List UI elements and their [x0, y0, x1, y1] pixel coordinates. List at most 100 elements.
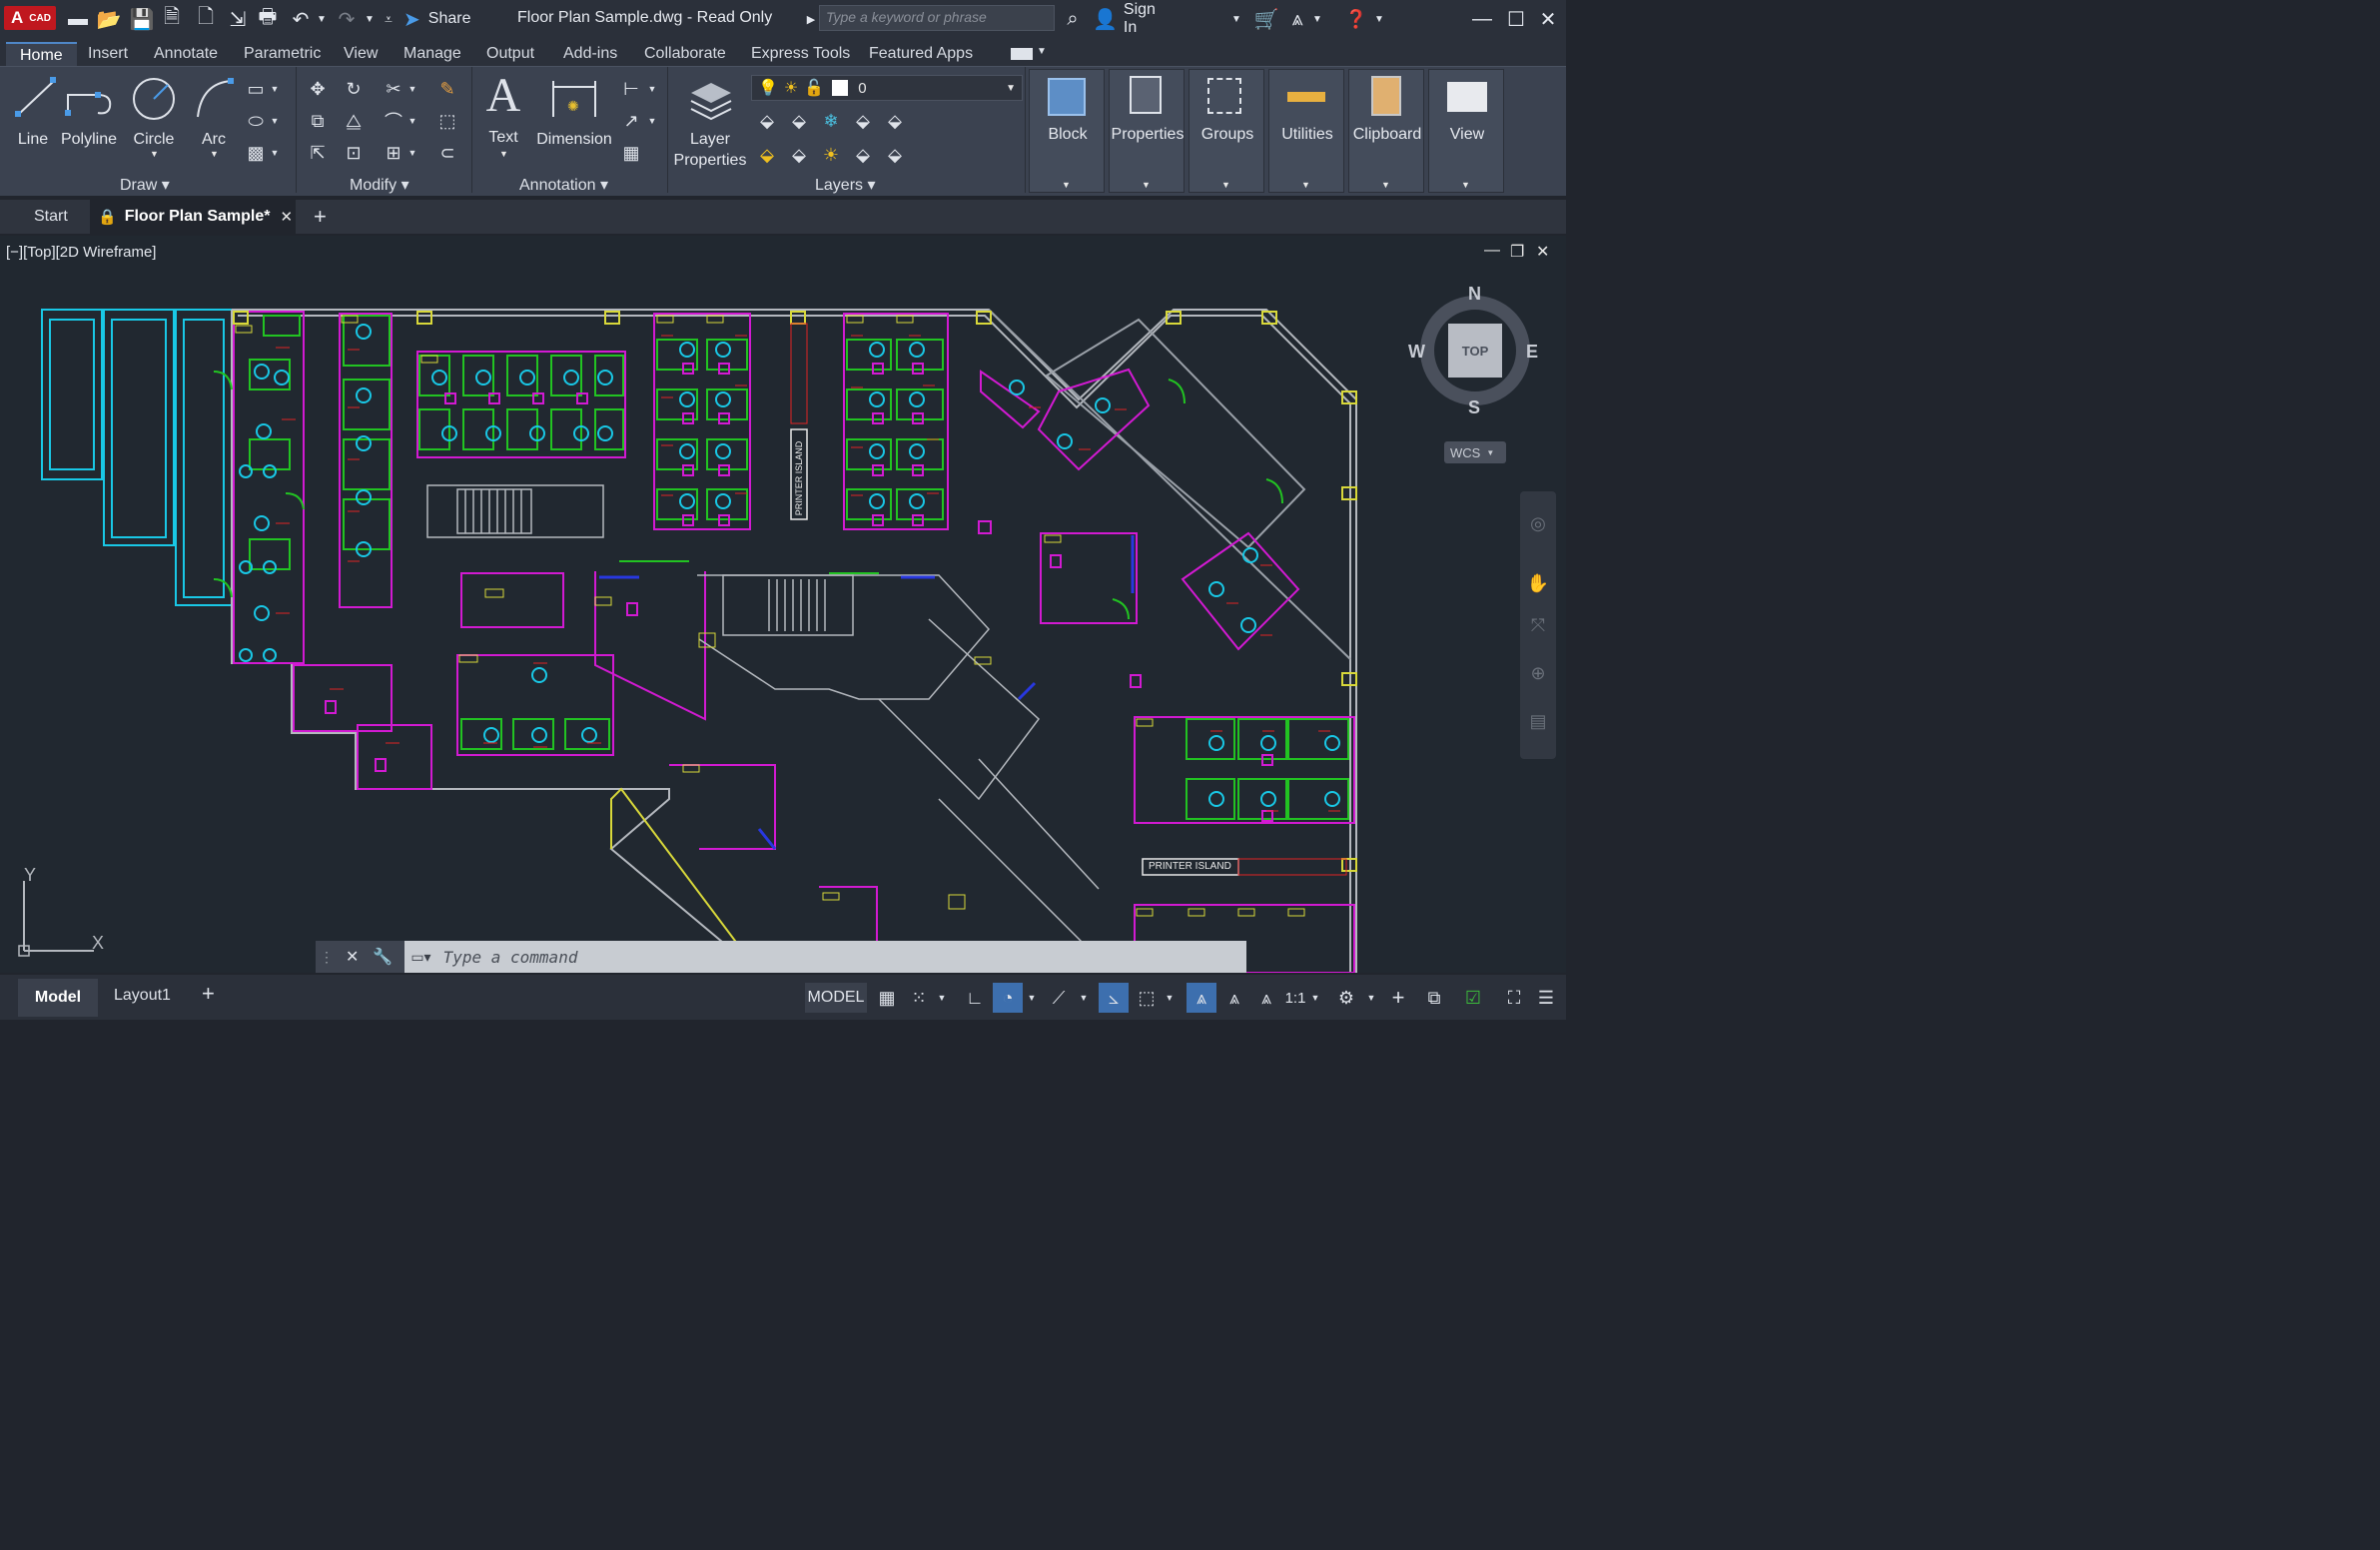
compass-west[interactable]: W: [1408, 342, 1425, 363]
tab-manage[interactable]: Manage: [403, 42, 461, 66]
layer-properties-tool[interactable]: Layer Properties: [673, 73, 747, 169]
tab-view[interactable]: View: [344, 42, 378, 66]
copy-icon[interactable]: ⧉: [306, 109, 330, 133]
view-group[interactable]: View ▼: [1428, 69, 1504, 193]
polyline-tool[interactable]: Polyline: [60, 73, 118, 155]
rectangle-dropdown-icon[interactable]: ▼: [268, 77, 282, 101]
hatch-dropdown-icon[interactable]: ▼: [268, 141, 282, 165]
scale-icon[interactable]: ⊡: [342, 141, 366, 165]
share-button[interactable]: ➤ Share: [403, 6, 475, 32]
wcs-dropdown[interactable]: WCS ▼: [1444, 441, 1506, 463]
tab-start[interactable]: Start: [34, 208, 68, 226]
drawing-viewport[interactable]: [−][Top][2D Wireframe] — ❐ ✕ PRINTER ISL…: [0, 236, 1566, 973]
steering-wheel-icon[interactable]: ◎: [1520, 505, 1556, 541]
ribbon-minimize-icon[interactable]: [1011, 48, 1033, 60]
help-icon[interactable]: ❓: [1344, 6, 1368, 32]
new-file-icon[interactable]: ▬: [66, 6, 90, 32]
app-logo[interactable]: A CAD: [4, 6, 56, 30]
rotate-icon[interactable]: ↻: [342, 77, 366, 101]
tab-insert[interactable]: Insert: [88, 42, 128, 66]
ribbon-options-dropdown-icon[interactable]: ▼: [1037, 46, 1047, 57]
new-layout-icon[interactable]: +: [202, 981, 215, 1007]
search-expand-icon[interactable]: ▶: [805, 6, 817, 32]
command-prompt-icon[interactable]: ▭▾: [410, 949, 430, 966]
signin-dropdown-icon[interactable]: ▼: [1230, 6, 1242, 32]
command-input[interactable]: ▭▾ Type a command: [404, 941, 1246, 973]
properties-group[interactable]: Properties ▼: [1109, 69, 1185, 193]
search-input[interactable]: Type a keyword or phrase: [819, 5, 1055, 31]
tab-express-tools[interactable]: Express Tools: [751, 42, 850, 66]
object-snap-dropdown-icon[interactable]: ▼: [1163, 983, 1177, 1013]
text-dropdown-icon[interactable]: ▼: [499, 149, 508, 159]
line-tool[interactable]: Line: [10, 73, 56, 155]
workspace-dropdown-icon[interactable]: ▼: [1364, 983, 1378, 1013]
ellipse-icon[interactable]: ⬭: [244, 109, 268, 133]
ortho-icon[interactable]: ∟: [961, 983, 989, 1013]
tab-collaborate[interactable]: Collaborate: [644, 42, 726, 66]
print-icon[interactable]: 🖶: [256, 6, 280, 32]
modify-panel-title[interactable]: Modify ▾: [350, 175, 409, 195]
cart-icon[interactable]: 🛒: [1254, 6, 1279, 32]
fillet-icon[interactable]: ⌒: [382, 109, 405, 133]
redo-dropdown-icon[interactable]: ▼: [364, 6, 376, 32]
viewcube-top-face[interactable]: TOP: [1448, 324, 1502, 378]
layer-tool-5-icon[interactable]: ⬙: [883, 109, 907, 133]
object-snap-tracking-dropdown-icon[interactable]: ▼: [1077, 983, 1091, 1013]
annotation-panel-title[interactable]: Annotation ▾: [519, 175, 608, 195]
block-group[interactable]: Block ▼: [1029, 69, 1105, 193]
layer-tool-9-icon[interactable]: ⬙: [851, 143, 875, 167]
clean-screen-icon[interactable]: ⛶: [1500, 983, 1528, 1013]
tab-add-ins[interactable]: Add-ins: [563, 42, 617, 66]
account-dropdown-icon[interactable]: ▼: [1312, 6, 1322, 32]
arc-dropdown-icon[interactable]: ▼: [210, 149, 219, 159]
annotation-monitor-icon[interactable]: +: [1384, 983, 1412, 1013]
workspace-icon[interactable]: ⚙: [1332, 983, 1360, 1013]
quick-properties-icon[interactable]: ☑: [1456, 983, 1490, 1013]
move-icon[interactable]: ✥: [306, 77, 330, 101]
tab-model[interactable]: Model: [18, 979, 98, 1017]
viewcube[interactable]: TOP N S E W: [1408, 284, 1538, 417]
tab-floor-plan[interactable]: 🔒 Floor Plan Sample* ✕: [90, 200, 296, 234]
save-icon[interactable]: 💾: [130, 6, 155, 32]
customization-menu-icon[interactable]: ☰: [1532, 983, 1560, 1013]
tab-home[interactable]: Home: [6, 42, 77, 66]
new-tab-icon[interactable]: +: [314, 204, 327, 230]
explode-icon[interactable]: ⬚: [435, 109, 459, 133]
rectangle-icon[interactable]: ▭: [244, 77, 268, 101]
layer-tool-7-icon[interactable]: ⬙: [787, 143, 811, 167]
layer-tool-2-icon[interactable]: ⬙: [787, 109, 811, 133]
array-icon[interactable]: ⊞: [382, 141, 405, 165]
zoom-extents-icon[interactable]: ⤧: [1520, 607, 1556, 643]
save-as-icon[interactable]: 🗎: [160, 6, 184, 32]
erase-icon[interactable]: ✎: [435, 77, 459, 101]
leader-icon[interactable]: ↗: [619, 109, 643, 133]
command-close-icon[interactable]: ✕: [346, 947, 359, 967]
model-space-button[interactable]: MODEL: [805, 983, 867, 1013]
offset-icon[interactable]: ⊂: [435, 141, 459, 165]
fillet-dropdown-icon[interactable]: ▼: [405, 109, 419, 133]
clipboard-group[interactable]: Clipboard ▼: [1348, 69, 1424, 193]
snap-dropdown-icon[interactable]: ▼: [935, 983, 949, 1013]
undo-icon[interactable]: ↶: [288, 6, 314, 32]
customize-toolbar-icon[interactable]: ⩡: [380, 6, 397, 32]
text-tool[interactable]: A Text ▼: [481, 71, 525, 161]
table-icon[interactable]: ▦: [619, 141, 643, 165]
export-icon[interactable]: 🗋: [194, 6, 218, 32]
showmotion-icon[interactable]: ▤: [1520, 703, 1556, 739]
layer-tool-4-icon[interactable]: ⬙: [851, 109, 875, 133]
leader-dropdown-icon[interactable]: ▼: [645, 109, 659, 133]
sign-in-button[interactable]: 👤 Sign In: [1093, 1, 1173, 36]
trim-dropdown-icon[interactable]: ▼: [405, 77, 419, 101]
array-dropdown-icon[interactable]: ▼: [405, 141, 419, 165]
command-grip-icon[interactable]: ⋮: [320, 949, 334, 966]
search-icon[interactable]: ⌕: [1061, 6, 1085, 32]
annotation-visibility-icon[interactable]: ⩓: [1187, 983, 1216, 1013]
linear-dim-icon[interactable]: ⊢: [619, 77, 643, 101]
open-folder-icon[interactable]: 📂: [96, 6, 122, 32]
undo-dropdown-icon[interactable]: ▼: [316, 6, 328, 32]
annotation-scale-button[interactable]: 1:1: [1282, 983, 1308, 1013]
layer-tool-3-icon[interactable]: ❄: [819, 109, 843, 133]
tab-output[interactable]: Output: [486, 42, 534, 66]
linear-dim-dropdown-icon[interactable]: ▼: [645, 77, 659, 101]
draw-panel-title[interactable]: Draw ▾: [120, 175, 170, 195]
